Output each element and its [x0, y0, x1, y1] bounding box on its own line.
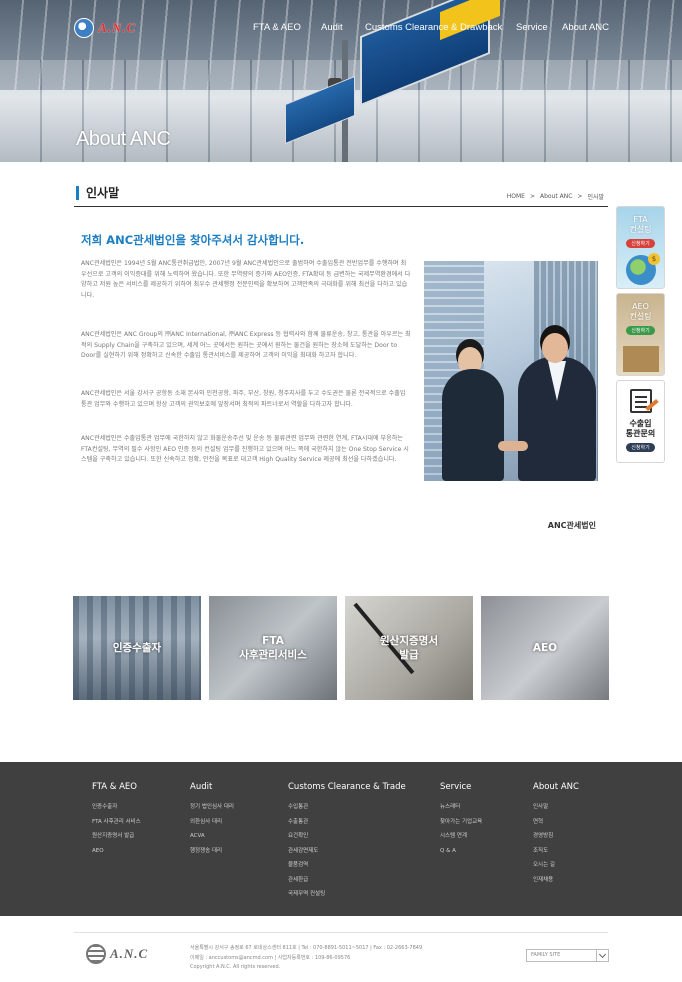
footer-column-about: About ANC 인사말 연혁 경영방침 조직도 오시는 길 인재채용: [533, 782, 579, 887]
footer-info: A.N.C 서울특별시 강서구 송정로 67 로네상스센터 811호 | Tel…: [0, 916, 682, 982]
footer-logo[interactable]: A.N.C: [86, 944, 148, 964]
section-title-bar: [76, 185, 79, 200]
box-icon: [623, 346, 659, 372]
footer-column-fta-aeo: FTA & AEO 인증수출자 FTA 사후관리 서비스 원산지증명서 발급 A…: [92, 782, 141, 858]
family-site-select[interactable]: FAMILY SITE: [526, 949, 609, 962]
company-email: 이메일 : anccustoms@ancmd.com | 사업자등록번호 : 1…: [190, 954, 351, 961]
footer-link[interactable]: 원산지증명서 발급: [92, 829, 141, 844]
footer-divider: [74, 932, 608, 933]
footer-link[interactable]: 관세감면제도: [288, 844, 406, 859]
photo-person-head: [542, 333, 568, 363]
tile-fta-aftercare[interactable]: FTA 사후관리서비스: [209, 596, 337, 700]
footer-column-audit: Audit 정기 법인심사 대리 외환심사 대리 ACVA 행정쟁송 대리: [190, 782, 234, 858]
breadcrumb-separator: >: [529, 193, 535, 200]
footer-link[interactable]: 조직도: [533, 844, 579, 859]
greeting-paragraph: ANC관세법인은 1994년 5월 ANC통관취급법인, 2007년 9월 AN…: [81, 260, 411, 299]
service-tiles: 인증수출자 FTA 사후관리서비스 원산지증명서 발급 AEO: [73, 596, 609, 700]
footer-link[interactable]: ACVA: [190, 829, 234, 844]
footer-logo-text: A.N.C: [110, 946, 149, 961]
footer-link[interactable]: 행정쟁송 대리: [190, 844, 234, 859]
footer-column-title[interactable]: Service: [440, 782, 482, 792]
footer-column-customs: Customs Clearance & Trade 수입통관 수출통관 요건확인…: [288, 782, 406, 902]
quick-menu-aeo[interactable]: AEO 컨설팅 신청하기: [616, 293, 665, 376]
footer-link[interactable]: 인사말: [533, 800, 579, 815]
breadcrumb-home[interactable]: HOME: [507, 193, 525, 200]
footer-link[interactable]: 연혁: [533, 815, 579, 830]
footer-column-title[interactable]: Customs Clearance & Trade: [288, 782, 406, 792]
tile-certificate-origin[interactable]: 원산지증명서 발급: [345, 596, 473, 700]
footer-link[interactable]: 수출통관: [288, 815, 406, 830]
company-address: 서울특별시 강서구 송정로 67 로네상스센터 811호 | Tel : 070…: [190, 945, 423, 951]
tile-approved-exporter[interactable]: 인증수출자: [73, 596, 201, 700]
breadcrumb: HOME > About ANC > 인사말: [507, 192, 604, 201]
quick-menu-title: 수출입 통관문의: [625, 419, 656, 438]
footer-link[interactable]: 외환심사 대리: [190, 815, 234, 830]
footer-link[interactable]: 관세환급: [288, 873, 406, 888]
footer-sitemap: FTA & AEO 인증수출자 FTA 사후관리 서비스 원산지증명서 발급 A…: [0, 762, 682, 916]
nav-item-about[interactable]: About ANC: [562, 22, 609, 33]
tile-label: 원산지증명서 발급: [380, 635, 438, 661]
tile-aeo[interactable]: AEO: [481, 596, 609, 700]
footer-link[interactable]: 인재채용: [533, 873, 579, 888]
footer-link[interactable]: 찾아가는 기업교육: [440, 815, 482, 830]
quick-menu-fta[interactable]: FTA 컨설팅 신청하기 $: [616, 206, 665, 289]
tile-label: 인증수출자: [112, 642, 162, 654]
quick-menu-title: FTA 컨설팅: [629, 215, 652, 234]
tile-label: AEO: [532, 642, 558, 654]
signature: ANC관세법인: [547, 521, 596, 530]
copyright: Copyright A.N.C. All rights reserved.: [190, 964, 281, 970]
apply-badge[interactable]: 신청하기: [626, 443, 655, 452]
title-divider: [74, 206, 608, 207]
breadcrumb-about[interactable]: About ANC: [540, 193, 572, 200]
footer-link[interactable]: 정기 법인심사 대리: [190, 800, 234, 815]
breadcrumb-current: 인사말: [587, 194, 604, 201]
top-navigation: FTA & AEO Audit Customs Clearance & Draw…: [0, 22, 682, 36]
footer-link[interactable]: 시스템 연계: [440, 829, 482, 844]
footer-link[interactable]: 수입통관: [288, 800, 406, 815]
photo-handshake: [498, 441, 528, 451]
footer-link[interactable]: 국제무역 컨설팅: [288, 887, 406, 902]
nav-item-service[interactable]: Service: [516, 22, 548, 33]
nav-item-fta-aeo[interactable]: FTA & AEO: [253, 22, 301, 33]
footer-column-service: Service 뉴스레터 찾아가는 기업교육 시스템 연계 Q & A: [440, 782, 482, 858]
footer-link[interactable]: 경영방침: [533, 829, 579, 844]
hero-title: About ANC: [76, 128, 171, 150]
footer-link[interactable]: 뉴스레터: [440, 800, 482, 815]
section-title: 인사말: [76, 184, 119, 201]
chevron-down-icon[interactable]: [596, 950, 608, 961]
greeting-paragraph: ANC관세법인은 수출입통관 업무에 국한하지 않고 화물운송주선 및 운송 등…: [81, 435, 409, 463]
quick-menu-inquiry[interactable]: 수출입 통관문의 신청하기: [616, 380, 665, 463]
company-info: 서울특별시 강서구 송정로 67 로네상스센터 811호 | Tel : 070…: [190, 944, 422, 973]
handshake-photo: [424, 261, 598, 481]
greeting-paragraph: ANC관세법인은 서울 강서구 공항동 소재 본사와 인천공항, 파주, 부산,…: [81, 390, 406, 408]
photo-person: [442, 369, 504, 481]
footer-column-title[interactable]: About ANC: [533, 782, 579, 792]
apply-badge[interactable]: 신청하기: [626, 239, 655, 248]
nav-item-customs[interactable]: Customs Clearance & Drawback: [365, 22, 502, 33]
footer-column-title[interactable]: Audit: [190, 782, 234, 792]
footer-column-title[interactable]: FTA & AEO: [92, 782, 141, 792]
quick-menu-title: AEO 컨설팅: [629, 302, 652, 321]
footer-link[interactable]: 물품검역: [288, 858, 406, 873]
footer-link[interactable]: Q & A: [440, 844, 482, 859]
footer-link[interactable]: FTA 사후관리 서비스: [92, 815, 141, 830]
footer-link[interactable]: AEO: [92, 844, 141, 859]
greeting-paragraph: ANC관세법인은 ANC Group의 ㈜ANC International, …: [81, 331, 411, 359]
section-title-text: 인사말: [86, 186, 120, 200]
footer-link[interactable]: 인증수출자: [92, 800, 141, 815]
nav-item-audit[interactable]: Audit: [321, 22, 343, 33]
lead-heading: 저희 ANC관세법인을 찾아주셔서 감사합니다.: [81, 233, 305, 247]
coin-icon: $: [648, 253, 660, 265]
globe-icon: [86, 944, 106, 964]
apply-badge[interactable]: 신청하기: [626, 326, 655, 335]
tile-label: FTA 사후관리서비스: [239, 635, 307, 661]
footer-link[interactable]: 오시는 길: [533, 858, 579, 873]
breadcrumb-separator: >: [577, 193, 583, 200]
family-site-label: FAMILY SITE: [531, 952, 561, 958]
footer-link[interactable]: 요건확인: [288, 829, 406, 844]
